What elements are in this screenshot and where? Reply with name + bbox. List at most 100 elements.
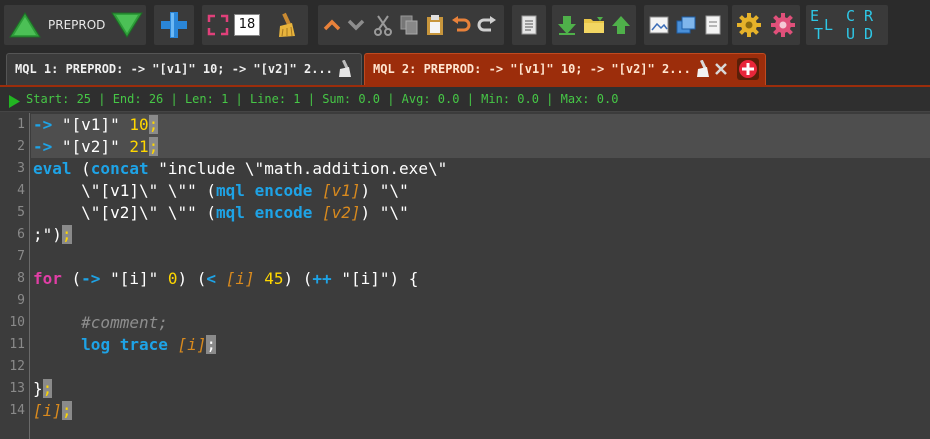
code-line[interactable]: -> "[v2]" 21; xyxy=(33,136,159,158)
code-token: "[i]" xyxy=(100,269,168,288)
file-group xyxy=(552,5,636,45)
code-line[interactable]: #comment; xyxy=(33,312,168,334)
code-line[interactable]: -> "[v1]" 10; xyxy=(33,114,159,136)
code-token: ) ( xyxy=(177,269,207,288)
triangle-down-icon[interactable] xyxy=(110,5,144,45)
code-token: mql encode xyxy=(216,203,313,222)
code-line[interactable]: \"[v1]\" \"" (mql encode [v1]) "\" xyxy=(33,180,409,202)
scissors-icon[interactable] xyxy=(370,5,396,45)
code-editor[interactable]: 1 2 3 4 5 6 7 8 9 10 11 12 13 14 -> "[v1]" 10; -> "[v2… xyxy=(0,113,930,439)
code-token: -> xyxy=(33,137,62,156)
paste-icon[interactable] xyxy=(422,5,448,45)
code-line[interactable]: for (-> "[i]" 0) (< [i] 45) (++ "[i]") { xyxy=(33,268,418,290)
line-number: 1 xyxy=(17,117,25,132)
code-line[interactable]: [i]; xyxy=(33,400,72,422)
code-token: \"[v1]\" \"" ( xyxy=(33,181,217,200)
font-size-input[interactable]: 18 xyxy=(234,14,260,36)
code-token: -> xyxy=(33,115,62,134)
code-token: 10 xyxy=(129,115,149,134)
tab-label: MQL 1: PREPROD: -> "[v1]" 10; -> "[v2]" … xyxy=(15,62,333,76)
elt-letter-l: L xyxy=(824,16,834,34)
tab-mql-2[interactable]: MQL 2: PREPROD: -> "[v1]" 10; -> "[v2]" … xyxy=(364,53,766,85)
elt-crud-group: E L T C R U D xyxy=(806,5,888,45)
environment-label[interactable]: PREPROD xyxy=(48,5,105,45)
code-line[interactable]: \"[v2]\" \"" (mql encode [v2]) "\" xyxy=(33,202,409,224)
copy-icon[interactable] xyxy=(396,5,422,45)
folder-icon[interactable] xyxy=(581,5,607,45)
document-icon[interactable] xyxy=(516,5,542,45)
tab-mql-1[interactable]: MQL 1: PREPROD: -> "[v1]" 10; -> "[v2]" … xyxy=(6,53,362,85)
editor-tab-bar: MQL 1: PREPROD: -> "[v1]" 10; -> "[v2]" … xyxy=(0,50,930,87)
code-token: "[v2]" xyxy=(61,137,130,156)
plus-icon[interactable] xyxy=(157,5,191,45)
chevron-up-icon[interactable] xyxy=(320,5,344,45)
triangle-up-icon[interactable] xyxy=(8,5,42,45)
selected-line-highlight xyxy=(31,136,930,158)
code-token: [i] xyxy=(177,335,207,354)
line-number: 6 xyxy=(17,227,25,242)
upload-arrow-icon[interactable] xyxy=(608,5,634,45)
code-token: [v2] xyxy=(322,203,361,222)
line-number: 8 xyxy=(17,271,25,286)
code-token: ) ( xyxy=(283,269,313,288)
gear-icon[interactable] xyxy=(734,5,764,45)
broom-icon[interactable] xyxy=(272,5,302,45)
line-number-gutter: 1 2 3 4 5 6 7 8 9 10 11 12 13 14 xyxy=(0,113,30,439)
gear-pink-icon[interactable] xyxy=(768,5,798,45)
image-icon[interactable] xyxy=(646,5,672,45)
code-token: ( xyxy=(71,159,91,178)
code-token: \"[v2]\" \"" ( xyxy=(33,203,217,222)
code-token: 21 xyxy=(129,137,149,156)
view-group: 18 xyxy=(202,5,308,45)
code-token: [i] xyxy=(225,269,255,288)
undo-icon[interactable] xyxy=(448,5,474,45)
run-icon[interactable] xyxy=(8,93,20,112)
code-line[interactable]: eval (concat "include \"math.addition.ex… xyxy=(33,158,447,180)
code-token: -> xyxy=(81,269,101,288)
new-tab-icon[interactable] xyxy=(737,54,759,84)
code-token: eval xyxy=(33,159,72,178)
code-token: "[v1]" xyxy=(61,115,130,134)
code-line[interactable]: log trace [i]; xyxy=(33,334,217,356)
code-token: ; xyxy=(148,115,159,134)
selected-line-highlight xyxy=(31,114,930,136)
document-group xyxy=(512,5,546,45)
chevron-down-icon[interactable] xyxy=(344,5,368,45)
windows-icon[interactable] xyxy=(673,5,699,45)
close-icon[interactable] xyxy=(715,54,727,84)
add-group xyxy=(154,5,194,45)
download-arrow-icon[interactable] xyxy=(554,5,580,45)
crud-button[interactable]: C R U D xyxy=(846,5,882,45)
tab-label: MQL 2: PREPROD: -> "[v1]" 10; -> "[v2]" … xyxy=(373,62,691,76)
code-token: 45 xyxy=(264,269,284,288)
line-number: 12 xyxy=(9,359,25,374)
fullscreen-icon[interactable] xyxy=(204,5,232,45)
code-token: ; xyxy=(148,137,159,156)
page-icon[interactable] xyxy=(700,5,726,45)
code-token: log trace xyxy=(81,335,168,354)
selection-status-text: Start: 25 | End: 26 | Len: 1 | Line: 1 |… xyxy=(26,92,619,106)
code-token: ;") xyxy=(33,225,62,244)
code-token: ++ xyxy=(312,269,332,288)
code-token: concat xyxy=(90,159,149,178)
elt-button[interactable]: E L T xyxy=(810,5,842,45)
code-line[interactable]: ;"); xyxy=(33,224,72,246)
code-token: [i] xyxy=(33,401,62,420)
redo-icon[interactable] xyxy=(474,5,500,45)
broom-icon[interactable] xyxy=(695,54,711,84)
code-line[interactable]: }; xyxy=(33,378,53,400)
code-token: ; xyxy=(42,379,53,398)
line-number: 4 xyxy=(17,183,25,198)
code-token: ; xyxy=(206,335,217,354)
code-token: ; xyxy=(61,401,72,420)
code-token: 0 xyxy=(167,269,178,288)
elt-letter-t: T xyxy=(814,25,824,43)
broom-icon[interactable] xyxy=(337,54,353,84)
crud-letter-r: R xyxy=(864,7,874,25)
edit-group xyxy=(318,5,504,45)
line-number: 11 xyxy=(9,337,25,352)
